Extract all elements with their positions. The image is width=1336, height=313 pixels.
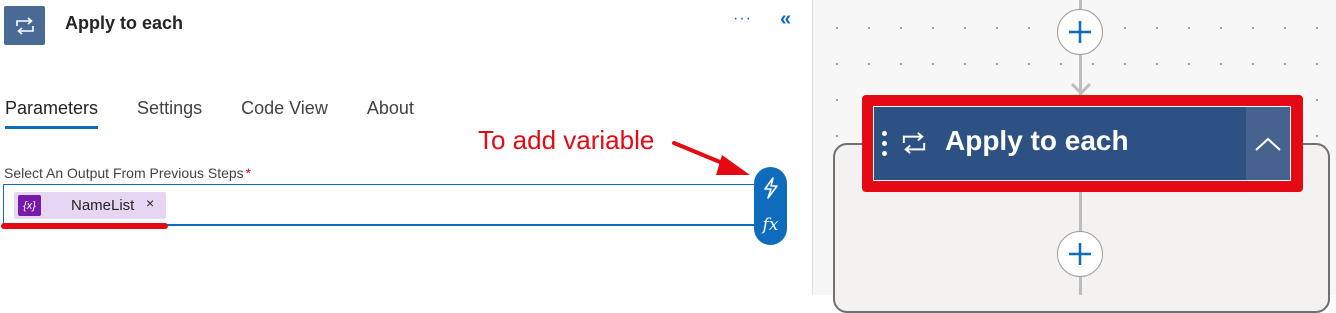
annotation-text: To add variable [478, 125, 655, 155]
expression-button[interactable]: fx [754, 211, 787, 239]
dynamic-content-button[interactable] [754, 173, 787, 203]
tab-bar: Parameters Settings Code View About [5, 98, 453, 129]
output-field-label: Select An Output From Previous Steps * [4, 165, 251, 181]
connector-arrow-icon [1070, 82, 1092, 96]
tab-about[interactable]: About [367, 98, 414, 129]
highlight-underline [1, 223, 168, 229]
plus-icon [1069, 243, 1091, 265]
collapse-panel-button[interactable]: « [780, 8, 791, 31]
tab-settings[interactable]: Settings [137, 98, 202, 129]
variable-icon: {x} [18, 195, 41, 216]
required-marker: * [245, 165, 252, 181]
annotation-arrow-icon [672, 141, 750, 175]
add-step-button-inner[interactable] [1057, 231, 1103, 277]
apply-to-each-node[interactable]: Apply to each [873, 106, 1291, 181]
token-label: NameList [71, 197, 135, 214]
output-field-label-text: Select An Output From Previous Steps [4, 165, 244, 181]
plus-icon [1069, 21, 1091, 43]
tab-code-view[interactable]: Code View [241, 98, 328, 129]
variable-token[interactable]: {x} NameList × [14, 192, 166, 219]
tab-parameters[interactable]: Parameters [5, 98, 99, 129]
node-title: Apply to each [945, 125, 1129, 156]
panel-title: Apply to each [65, 13, 184, 33]
more-options-button[interactable]: ··· [733, 10, 752, 28]
loop-icon [4, 6, 45, 45]
lightning-icon [763, 177, 778, 199]
details-panel: Apply to each ··· « Parameters Settings … [0, 0, 812, 295]
drag-handle-icon[interactable] [882, 131, 888, 161]
output-input[interactable]: {x} NameList × [3, 184, 759, 226]
collapse-node-button[interactable] [1246, 107, 1290, 180]
chevron-up-icon [1255, 137, 1281, 151]
loop-icon [902, 132, 926, 154]
insert-content-buttons: fx [754, 167, 787, 245]
add-step-button-top[interactable] [1057, 9, 1103, 55]
token-remove-button[interactable]: × [146, 195, 154, 211]
